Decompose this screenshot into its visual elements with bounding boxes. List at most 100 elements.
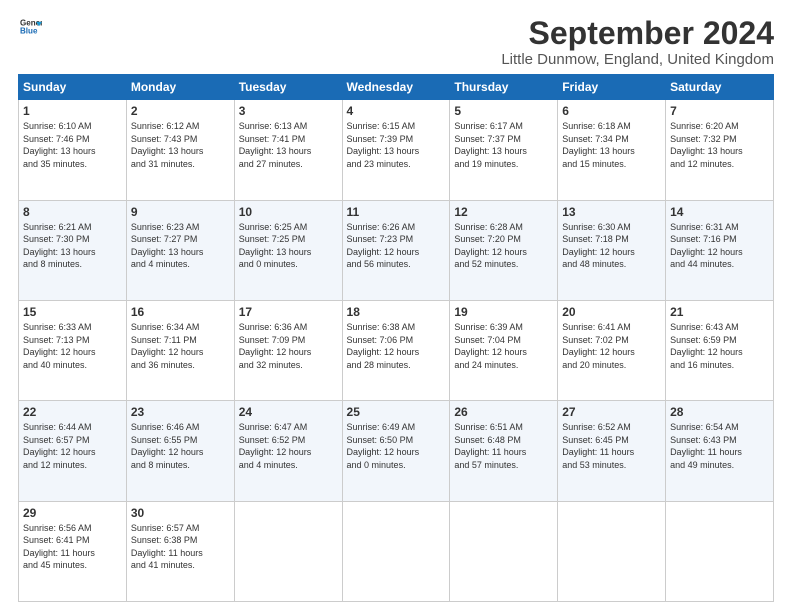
calendar-cell: 23Sunrise: 6:46 AM Sunset: 6:55 PM Dayli… <box>126 401 234 501</box>
day-number: 4 <box>347 104 446 118</box>
location: Little Dunmow, England, United Kingdom <box>501 51 774 68</box>
day-number: 29 <box>23 506 122 520</box>
cell-daylight-info: Sunrise: 6:28 AM Sunset: 7:20 PM Dayligh… <box>454 221 553 271</box>
day-number: 18 <box>347 305 446 319</box>
cell-daylight-info: Sunrise: 6:39 AM Sunset: 7:04 PM Dayligh… <box>454 321 553 371</box>
calendar-cell: 9 Sunrise: 6:23 AM Sunset: 7:27 PM Daylig… <box>126 200 234 300</box>
calendar-cell: 14 Sunrise: 6:31 AM Sunset: 7:16 PM Dayli… <box>666 200 774 300</box>
day-number: 30 <box>131 506 230 520</box>
weekday-header-wednesday: Wednesday <box>342 75 450 100</box>
weekday-header-thursday: Thursday <box>450 75 558 100</box>
cell-daylight-info: Sunrise: 6:20 AM Sunset: 7:32 PM Dayligh… <box>670 120 769 170</box>
cell-daylight-info: Sunrise: 6:49 AM Sunset: 6:50 PM Dayligh… <box>347 421 446 471</box>
svg-text:Blue: Blue <box>20 27 38 36</box>
day-number: 28 <box>670 405 769 419</box>
calendar-cell: 13 Sunrise: 6:30 AM Sunset: 7:18 PM Dayli… <box>558 200 666 300</box>
cell-daylight-info: Sunrise: 6:41 AM Sunset: 7:02 PM Dayligh… <box>562 321 661 371</box>
calendar-cell: 30 Sunrise: 6:57 AM Sunset: 6:38 PM Dayli… <box>126 501 234 601</box>
cell-daylight-info: Sunrise: 6:12 AM Sunset: 7:43 PM Dayligh… <box>131 120 230 170</box>
calendar-cell: 7 Sunrise: 6:20 AM Sunset: 7:32 PM Daylig… <box>666 100 774 200</box>
day-number: 2 <box>131 104 230 118</box>
cell-daylight-info: Sunrise: 6:33 AM Sunset: 7:13 PM Dayligh… <box>23 321 122 371</box>
cell-daylight-info: Sunrise: 6:10 AM Sunset: 7:46 PM Dayligh… <box>23 120 122 170</box>
cell-daylight-info: Sunrise: 6:17 AM Sunset: 7:37 PM Dayligh… <box>454 120 553 170</box>
calendar-cell <box>450 501 558 601</box>
day-number: 14 <box>670 205 769 219</box>
day-number: 9 <box>131 205 230 219</box>
calendar-cell: 28 Sunrise: 6:54 AM Sunset: 6:43 PM Dayli… <box>666 401 774 501</box>
calendar-cell: 26 Sunrise: 6:51 AM Sunset: 6:48 PM Dayli… <box>450 401 558 501</box>
cell-daylight-info: Sunrise: 6:26 AM Sunset: 7:23 PM Dayligh… <box>347 221 446 271</box>
calendar-cell: 19 Sunrise: 6:39 AM Sunset: 7:04 PM Dayli… <box>450 300 558 400</box>
cell-daylight-info: Sunrise: 6:52 AM Sunset: 6:45 PM Dayligh… <box>562 421 661 471</box>
calendar-cell: 29 Sunrise: 6:56 AM Sunset: 6:41 PM Dayli… <box>19 501 127 601</box>
weekday-header-tuesday: Tuesday <box>234 75 342 100</box>
calendar-cell: 17Sunrise: 6:36 AM Sunset: 7:09 PM Dayli… <box>234 300 342 400</box>
day-number: 12 <box>454 205 553 219</box>
calendar-table: SundayMondayTuesdayWednesdayThursdayFrid… <box>18 74 774 602</box>
calendar-cell: 1 Sunrise: 6:10 AM Sunset: 7:46 PM Daylig… <box>19 100 127 200</box>
day-number: 1 <box>23 104 122 118</box>
calendar-cell: 4 Sunrise: 6:15 AM Sunset: 7:39 PM Daylig… <box>342 100 450 200</box>
cell-daylight-info: Sunrise: 6:13 AM Sunset: 7:41 PM Dayligh… <box>239 120 338 170</box>
calendar-cell: 10 Sunrise: 6:25 AM Sunset: 7:25 PM Dayli… <box>234 200 342 300</box>
calendar-cell: 5 Sunrise: 6:17 AM Sunset: 7:37 PM Daylig… <box>450 100 558 200</box>
day-number: 5 <box>454 104 553 118</box>
day-number: 20 <box>562 305 661 319</box>
calendar-cell: 21 Sunrise: 6:43 AM Sunset: 6:59 PM Dayli… <box>666 300 774 400</box>
calendar-cell: 18 Sunrise: 6:38 AM Sunset: 7:06 PM Dayli… <box>342 300 450 400</box>
cell-daylight-info: Sunrise: 6:31 AM Sunset: 7:16 PM Dayligh… <box>670 221 769 271</box>
cell-daylight-info: Sunrise: 6:56 AM Sunset: 6:41 PM Dayligh… <box>23 522 122 572</box>
calendar-cell: 3 Sunrise: 6:13 AM Sunset: 7:41 PM Daylig… <box>234 100 342 200</box>
calendar-cell: 2 Sunrise: 6:12 AM Sunset: 7:43 PM Daylig… <box>126 100 234 200</box>
header: General Blue September 2024 Little Dunmo… <box>18 16 774 68</box>
weekday-header-sunday: Sunday <box>19 75 127 100</box>
day-number: 15 <box>23 305 122 319</box>
cell-daylight-info: Sunrise: 6:36 AM Sunset: 7:09 PM Dayligh… <box>239 321 338 371</box>
month-title: September 2024 <box>501 16 774 51</box>
calendar-cell: 20 Sunrise: 6:41 AM Sunset: 7:02 PM Dayli… <box>558 300 666 400</box>
day-number: 21 <box>670 305 769 319</box>
day-number: 22 <box>23 405 122 419</box>
day-number: 19 <box>454 305 553 319</box>
cell-daylight-info: Sunrise: 6:38 AM Sunset: 7:06 PM Dayligh… <box>347 321 446 371</box>
cell-daylight-info: Sunrise: 6:23 AM Sunset: 7:27 PM Dayligh… <box>131 221 230 271</box>
cell-daylight-info: Sunrise: 6:57 AM Sunset: 6:38 PM Dayligh… <box>131 522 230 572</box>
cell-daylight-info: Sunrise: 6:43 AM Sunset: 6:59 PM Dayligh… <box>670 321 769 371</box>
day-number: 24 <box>239 405 338 419</box>
calendar-cell: 11Sunrise: 6:26 AM Sunset: 7:23 PM Dayli… <box>342 200 450 300</box>
day-number: 25 <box>347 405 446 419</box>
day-number: 6 <box>562 104 661 118</box>
calendar-cell: 6 Sunrise: 6:18 AM Sunset: 7:34 PM Daylig… <box>558 100 666 200</box>
logo: General Blue <box>18 16 42 43</box>
calendar-cell: 27 Sunrise: 6:52 AM Sunset: 6:45 PM Dayli… <box>558 401 666 501</box>
day-number: 10 <box>239 205 338 219</box>
calendar-cell: 12 Sunrise: 6:28 AM Sunset: 7:20 PM Dayli… <box>450 200 558 300</box>
weekday-header-friday: Friday <box>558 75 666 100</box>
calendar-cell <box>234 501 342 601</box>
cell-daylight-info: Sunrise: 6:15 AM Sunset: 7:39 PM Dayligh… <box>347 120 446 170</box>
cell-daylight-info: Sunrise: 6:51 AM Sunset: 6:48 PM Dayligh… <box>454 421 553 471</box>
cell-daylight-info: Sunrise: 6:44 AM Sunset: 6:57 PM Dayligh… <box>23 421 122 471</box>
cell-daylight-info: Sunrise: 6:54 AM Sunset: 6:43 PM Dayligh… <box>670 421 769 471</box>
cell-daylight-info: Sunrise: 6:34 AM Sunset: 7:11 PM Dayligh… <box>131 321 230 371</box>
day-number: 3 <box>239 104 338 118</box>
weekday-header-monday: Monday <box>126 75 234 100</box>
cell-daylight-info: Sunrise: 6:25 AM Sunset: 7:25 PM Dayligh… <box>239 221 338 271</box>
logo-icon: General Blue <box>20 16 42 38</box>
cell-daylight-info: Sunrise: 6:18 AM Sunset: 7:34 PM Dayligh… <box>562 120 661 170</box>
day-number: 16 <box>131 305 230 319</box>
day-number: 27 <box>562 405 661 419</box>
day-number: 26 <box>454 405 553 419</box>
weekday-header-saturday: Saturday <box>666 75 774 100</box>
calendar-cell: 15 Sunrise: 6:33 AM Sunset: 7:13 PM Dayli… <box>19 300 127 400</box>
cell-daylight-info: Sunrise: 6:30 AM Sunset: 7:18 PM Dayligh… <box>562 221 661 271</box>
day-number: 13 <box>562 205 661 219</box>
cell-daylight-info: Sunrise: 6:46 AM Sunset: 6:55 PM Dayligh… <box>131 421 230 471</box>
calendar-cell <box>342 501 450 601</box>
day-number: 8 <box>23 205 122 219</box>
calendar-cell: 25 Sunrise: 6:49 AM Sunset: 6:50 PM Dayli… <box>342 401 450 501</box>
day-number: 7 <box>670 104 769 118</box>
calendar-cell: 16 Sunrise: 6:34 AM Sunset: 7:11 PM Dayli… <box>126 300 234 400</box>
calendar-cell: 24Sunrise: 6:47 AM Sunset: 6:52 PM Dayli… <box>234 401 342 501</box>
